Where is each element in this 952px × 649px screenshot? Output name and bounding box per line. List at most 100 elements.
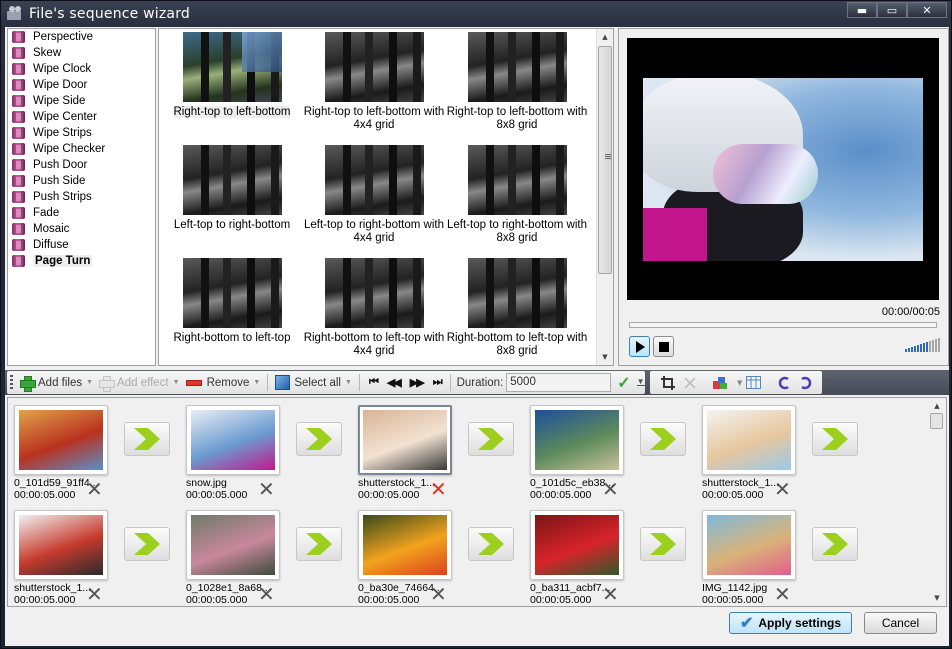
- file-thumbnail[interactable]: [14, 405, 108, 475]
- delete-icon[interactable]: ✕: [86, 479, 103, 499]
- transition-arrow-button[interactable]: [812, 527, 858, 561]
- delete-icon[interactable]: ✕: [774, 479, 791, 499]
- delete-icon[interactable]: ✕: [86, 584, 103, 604]
- transition-item[interactable]: Wipe Strips: [8, 125, 155, 141]
- grid-view-icon[interactable]: [746, 375, 762, 391]
- effect-item[interactable]: Right-top to left-bottom: [161, 32, 303, 119]
- effects-scrollbar[interactable]: ▲ ▼: [596, 29, 613, 365]
- file-item[interactable]: snow.jpg 00:00:05.000 ✕: [186, 405, 286, 501]
- file-thumbnail[interactable]: [186, 405, 280, 475]
- add-files-button[interactable]: Add files ▼: [17, 373, 96, 392]
- delete-icon[interactable]: ✕: [602, 584, 619, 604]
- file-item[interactable]: IMG_1142.jpg 00:00:05.000 ✕: [702, 510, 802, 606]
- transition-item[interactable]: Fade: [8, 205, 155, 221]
- effect-item[interactable]: Right-top to left-bottom with 8x8 grid: [446, 32, 588, 132]
- transition-arrow-button[interactable]: [468, 527, 514, 561]
- chevron-down-icon[interactable]: ▼: [173, 379, 180, 386]
- shapes-icon[interactable]: [713, 375, 729, 391]
- transition-item[interactable]: Wipe Door: [8, 77, 155, 93]
- chevron-down-icon[interactable]: ▼: [345, 379, 352, 386]
- file-item[interactable]: shutterstock_1... 00:00:05.000 ✕: [14, 510, 114, 606]
- transition-item[interactable]: Push Side: [8, 173, 155, 189]
- toolbar-overflow-icon[interactable]: ▼: [636, 378, 645, 386]
- effect-item[interactable]: Left-top to right-bottom with 8x8 grid: [446, 145, 588, 245]
- file-item[interactable]: shutterstock_1... 00:00:05.000 ✕: [702, 405, 802, 501]
- remove-button[interactable]: Remove ▼: [183, 373, 264, 392]
- file-thumbnail[interactable]: [358, 405, 452, 475]
- delete-icon[interactable]: ✕: [430, 584, 447, 604]
- transition-arrow-button[interactable]: [296, 422, 342, 456]
- transition-item[interactable]: Push Door: [8, 157, 155, 173]
- delete-icon[interactable]: ✕: [774, 584, 791, 604]
- seek-bar[interactable]: [629, 322, 937, 328]
- transition-item[interactable]: Wipe Center: [8, 109, 155, 125]
- maximize-button[interactable]: ▭: [877, 2, 907, 18]
- toolbar-grip[interactable]: [10, 375, 13, 390]
- file-thumbnail[interactable]: [530, 510, 624, 580]
- toolbar-overflow-icon[interactable]: ▼: [823, 378, 830, 386]
- scroll-thumb[interactable]: [598, 46, 612, 274]
- transition-item[interactable]: Perspective: [8, 29, 155, 45]
- close-button[interactable]: ✕: [907, 2, 947, 18]
- file-thumbnail[interactable]: [358, 510, 452, 580]
- transition-arrow-button[interactable]: [468, 422, 514, 456]
- delete-icon[interactable]: ✕: [258, 584, 275, 604]
- transition-item[interactable]: Mosaic: [8, 221, 155, 237]
- chevron-down-icon[interactable]: ▼: [737, 379, 742, 387]
- transition-arrow-button[interactable]: [640, 527, 686, 561]
- apply-settings-button[interactable]: ✔ Apply settings: [729, 612, 852, 634]
- transition-arrow-button[interactable]: [812, 422, 858, 456]
- volume-control[interactable]: [904, 338, 940, 352]
- undo-icon[interactable]: [777, 375, 791, 391]
- transition-item[interactable]: Push Strips: [8, 189, 155, 205]
- scroll-up-arrow[interactable]: ▲: [929, 399, 945, 413]
- transition-item[interactable]: Page Turn: [8, 253, 155, 269]
- crop-icon[interactable]: [661, 375, 675, 391]
- effect-item[interactable]: Right-bottom to left-top with 4x4 grid: [303, 258, 445, 358]
- delete-icon[interactable]: ✕: [430, 479, 447, 499]
- transition-item[interactable]: Skew: [8, 45, 155, 61]
- play-button[interactable]: [629, 336, 650, 357]
- scroll-down-arrow[interactable]: ▼: [929, 591, 945, 605]
- next-button[interactable]: ▶▶: [405, 373, 428, 392]
- transition-item[interactable]: Wipe Side: [8, 93, 155, 109]
- file-item[interactable]: 0_ba311_acbf7... 00:00:05.000 ✕: [530, 510, 630, 606]
- delete-icon[interactable]: ✕: [258, 479, 275, 499]
- scroll-up-arrow[interactable]: ▲: [597, 29, 613, 45]
- effect-item[interactable]: Left-top to right-bottom with 4x4 grid: [303, 145, 445, 245]
- file-thumbnail[interactable]: [702, 510, 796, 580]
- file-item[interactable]: 0_101d59_91ff4... 00:00:05.000 ✕: [14, 405, 114, 501]
- file-thumbnail[interactable]: [702, 405, 796, 475]
- redo-icon[interactable]: [799, 375, 813, 391]
- file-item[interactable]: 0_1028e1_8a68... 00:00:05.000 ✕: [186, 510, 286, 606]
- transition-item[interactable]: Wipe Clock: [8, 61, 155, 77]
- file-item[interactable]: shutterstock_1... 00:00:05.000 ✕: [358, 405, 458, 501]
- add-effect-button[interactable]: Add effect ▼: [96, 373, 183, 392]
- transition-item[interactable]: Wipe Checker: [8, 141, 155, 157]
- files-scrollbar[interactable]: ▲ ▼: [929, 399, 945, 605]
- checkmark-icon[interactable]: ✓: [617, 373, 630, 393]
- effect-item[interactable]: Right-bottom to left-top with 8x8 grid: [446, 258, 588, 358]
- minimize-button[interactable]: ▬: [847, 2, 877, 18]
- previous-button[interactable]: ◀◀: [382, 373, 405, 392]
- scroll-thumb[interactable]: [930, 413, 943, 429]
- file-item[interactable]: 0_ba30e_74664... 00:00:05.000 ✕: [358, 510, 458, 606]
- transition-arrow-button[interactable]: [124, 527, 170, 561]
- scroll-down-arrow[interactable]: ▼: [597, 349, 613, 365]
- chevron-down-icon[interactable]: ▼: [86, 379, 93, 386]
- select-all-button[interactable]: Select all ▼: [272, 373, 355, 392]
- delete-icon[interactable]: ✕: [602, 479, 619, 499]
- transition-arrow-button[interactable]: [640, 422, 686, 456]
- stop-button[interactable]: [653, 336, 674, 357]
- chevron-down-icon[interactable]: ▼: [253, 379, 260, 386]
- last-button[interactable]: ⏭: [428, 373, 446, 392]
- transition-arrow-button[interactable]: [296, 527, 342, 561]
- file-thumbnail[interactable]: [14, 510, 108, 580]
- duration-input[interactable]: 5000: [506, 373, 612, 392]
- file-thumbnail[interactable]: [186, 510, 280, 580]
- effect-item[interactable]: Left-top to right-bottom: [161, 145, 303, 232]
- file-thumbnail[interactable]: [530, 405, 624, 475]
- transition-arrow-button[interactable]: [124, 422, 170, 456]
- transition-item[interactable]: Diffuse: [8, 237, 155, 253]
- effect-item[interactable]: Right-bottom to left-top: [161, 258, 303, 345]
